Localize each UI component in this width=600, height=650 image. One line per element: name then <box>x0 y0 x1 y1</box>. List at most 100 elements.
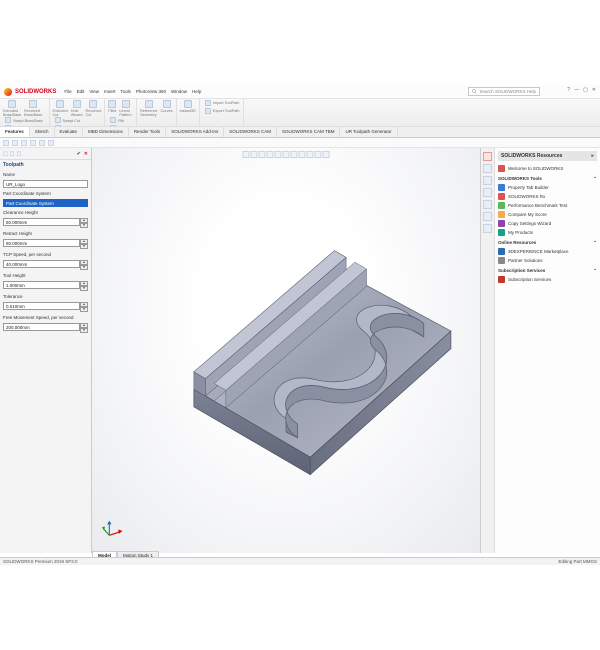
collapse-icon[interactable]: ⌃ <box>593 240 597 246</box>
prop-input-value[interactable]: 1.000mm <box>3 281 80 289</box>
menu-edit[interactable]: Edit <box>77 89 85 94</box>
menu-insert[interactable]: Insert <box>104 89 115 94</box>
fm-tab-icon[interactable] <box>21 140 27 146</box>
taskpane-item[interactable]: SOLIDWORKS Rx <box>498 192 597 201</box>
taskpane-section-header[interactable]: Subscription Services⌃ <box>498 268 597 274</box>
ribbon-button-small[interactable]: Swept Boss/Base <box>5 117 46 124</box>
task-pane-tab-icon[interactable] <box>483 188 492 197</box>
tab-evaluate[interactable]: Evaluate <box>55 127 84 137</box>
taskpane-item[interactable]: Subscription Services <box>498 275 597 284</box>
ribbon-button-small[interactable]: Swept Cut <box>55 117 102 124</box>
ribbon-button[interactable]: ExtrudedBoss/Base <box>3 100 21 117</box>
task-pane-tab-icon[interactable] <box>483 200 492 209</box>
taskpane-item[interactable]: My Products <box>498 228 597 237</box>
spin-down-icon[interactable]: ▼ <box>80 307 88 312</box>
pm-icon[interactable]: ⬚ <box>16 151 21 157</box>
ribbon-button[interactable]: Curves <box>160 100 172 117</box>
fm-tab-icon[interactable] <box>3 140 9 146</box>
taskpane-section-header[interactable]: Online Resources ⌃ <box>498 240 597 246</box>
pm-icon[interactable]: ⬚ <box>10 151 15 157</box>
prop-input[interactable]: Part Coordinate System <box>3 199 88 207</box>
spin-down-icon[interactable]: ▼ <box>80 223 88 228</box>
help-search[interactable]: Search SOLIDWORKS Help <box>468 87 540 96</box>
accept-button[interactable]: ✔ <box>77 151 81 157</box>
help-icon[interactable]: ? <box>567 87 570 93</box>
prop-input-value[interactable]: 80.000mm <box>3 239 80 247</box>
prop-input-value[interactable]: 40.000mm <box>3 260 80 268</box>
graphics-viewport[interactable] <box>92 148 480 553</box>
tab-features[interactable]: Features <box>0 127 30 137</box>
ribbon-button[interactable]: ReferenceGeometry <box>140 100 158 117</box>
taskpane-section-header[interactable]: SOLIDWORKS Tools⌃ <box>498 176 597 182</box>
menu-help[interactable]: Help <box>192 89 201 94</box>
collapse-icon[interactable]: ⌃ <box>593 268 597 274</box>
ribbon-button[interactable]: RevolvedBoss/Base <box>24 100 42 117</box>
ribbon-button-icon <box>5 117 11 123</box>
tab-sketch[interactable]: Sketch <box>30 127 55 137</box>
property-manager: ⬚⬚⬚ ✔ ✕ Toolpath NameUR_LogoPart Coordin… <box>0 148 92 553</box>
property-manager-title: Toolpath <box>0 160 91 170</box>
fm-tab-icon[interactable] <box>39 140 45 146</box>
task-pane-tab-icon[interactable] <box>483 176 492 185</box>
tab-render-tools[interactable]: Render Tools <box>129 127 166 137</box>
taskpane-item[interactable]: Partner Solutions <box>498 256 597 265</box>
ribbon-button-small[interactable]: Export ToolPath <box>205 108 240 115</box>
fm-tab-icon[interactable] <box>30 140 36 146</box>
spin-down-icon[interactable]: ▼ <box>80 244 88 249</box>
fm-tab-icon[interactable] <box>12 140 18 146</box>
taskpane-section-title: Online Resources <box>498 240 536 246</box>
spin-down-icon[interactable]: ▼ <box>80 286 88 291</box>
spin-down-icon[interactable]: ▼ <box>80 328 88 333</box>
ribbon-button[interactable]: RevolvedCut <box>86 100 102 117</box>
collapse-icon[interactable]: ⌃ <box>593 176 597 182</box>
task-pane-tab-icon[interactable] <box>483 164 492 173</box>
cancel-button[interactable]: ✕ <box>84 151 88 157</box>
task-pane-tab-icon[interactable] <box>483 152 492 161</box>
taskpane-welcome[interactable]: Welcome to SOLIDWORKS <box>498 164 597 173</box>
taskpane-item[interactable]: Property Tab Builder <box>498 183 597 192</box>
taskpane-welcome-label: Welcome to SOLIDWORKS <box>508 166 563 171</box>
taskpane-close-icon[interactable]: ▸ <box>591 153 594 159</box>
ribbon-button[interactable]: LinearPattern <box>119 100 131 117</box>
prop-input-value[interactable]: 200.000mm <box>3 323 80 331</box>
menu-file[interactable]: File <box>64 89 71 94</box>
taskpane-item[interactable]: Compare My Score <box>498 210 597 219</box>
ribbon-button[interactable]: ExtrudedCut <box>53 100 68 117</box>
taskpane-item[interactable]: Copy Settings Wizard <box>498 219 597 228</box>
taskpane-item[interactable]: Performance Benchmark Test <box>498 201 597 210</box>
menu-photoview-360[interactable]: PhotoView 360 <box>136 89 166 94</box>
pm-icon[interactable]: ⬚ <box>3 151 8 157</box>
menu-tools[interactable]: Tools <box>120 89 131 94</box>
prop-input[interactable]: UR_Logo <box>3 180 88 188</box>
taskpane-item-label: Performance Benchmark Test <box>508 203 567 208</box>
close-icon[interactable]: ✕ <box>592 87 596 93</box>
task-pane-tab-icon[interactable] <box>483 224 492 233</box>
taskpane-item[interactable]: 3DEXPERIENCE Marketplace <box>498 247 597 256</box>
tab-mbd-dimensions[interactable]: MBD Dimensions <box>83 127 129 137</box>
prop-spin-input[interactable]: 80.000mm▲▼ <box>3 239 88 249</box>
fm-tab-icon[interactable] <box>48 140 54 146</box>
prop-spin-input[interactable]: 40.000mm▲▼ <box>3 260 88 270</box>
prop-input-value[interactable]: 50.000mm <box>3 218 80 226</box>
tab-ur-toolpath-generator[interactable]: UR Toolpath Generator <box>340 127 397 137</box>
ribbon-button[interactable]: Instant3D <box>180 100 196 113</box>
ribbon-button[interactable]: Fillet <box>108 100 116 117</box>
menu-window[interactable]: Window <box>171 89 187 94</box>
prop-spin-input[interactable]: 1.000mm▲▼ <box>3 281 88 291</box>
tab-solidworks-cam-tbm[interactable]: SOLIDWORKS CAM TBM <box>277 127 340 137</box>
prop-input-value[interactable]: 0.010mm <box>3 302 80 310</box>
prop-label: Free Movement Speed, per second <box>3 315 88 320</box>
ribbon-button[interactable]: HoleWizard <box>71 100 83 117</box>
ribbon-button-small[interactable]: Rib <box>110 117 133 124</box>
prop-spin-input[interactable]: 200.000mm▲▼ <box>3 323 88 333</box>
prop-spin-input[interactable]: 0.010mm▲▼ <box>3 302 88 312</box>
minimize-icon[interactable]: — <box>574 87 579 93</box>
ribbon-button-small[interactable]: Import ToolPath <box>205 100 240 107</box>
tab-solidworks-cam[interactable]: SOLIDWORKS CAM <box>224 127 277 137</box>
task-pane-tab-icon[interactable] <box>483 212 492 221</box>
spin-down-icon[interactable]: ▼ <box>80 265 88 270</box>
maximize-icon[interactable]: ▢ <box>583 87 588 93</box>
tab-solidworks-add-ins[interactable]: SOLIDWORKS Add-Ins <box>166 127 224 137</box>
menu-view[interactable]: View <box>89 89 99 94</box>
prop-spin-input[interactable]: 50.000mm▲▼ <box>3 218 88 228</box>
